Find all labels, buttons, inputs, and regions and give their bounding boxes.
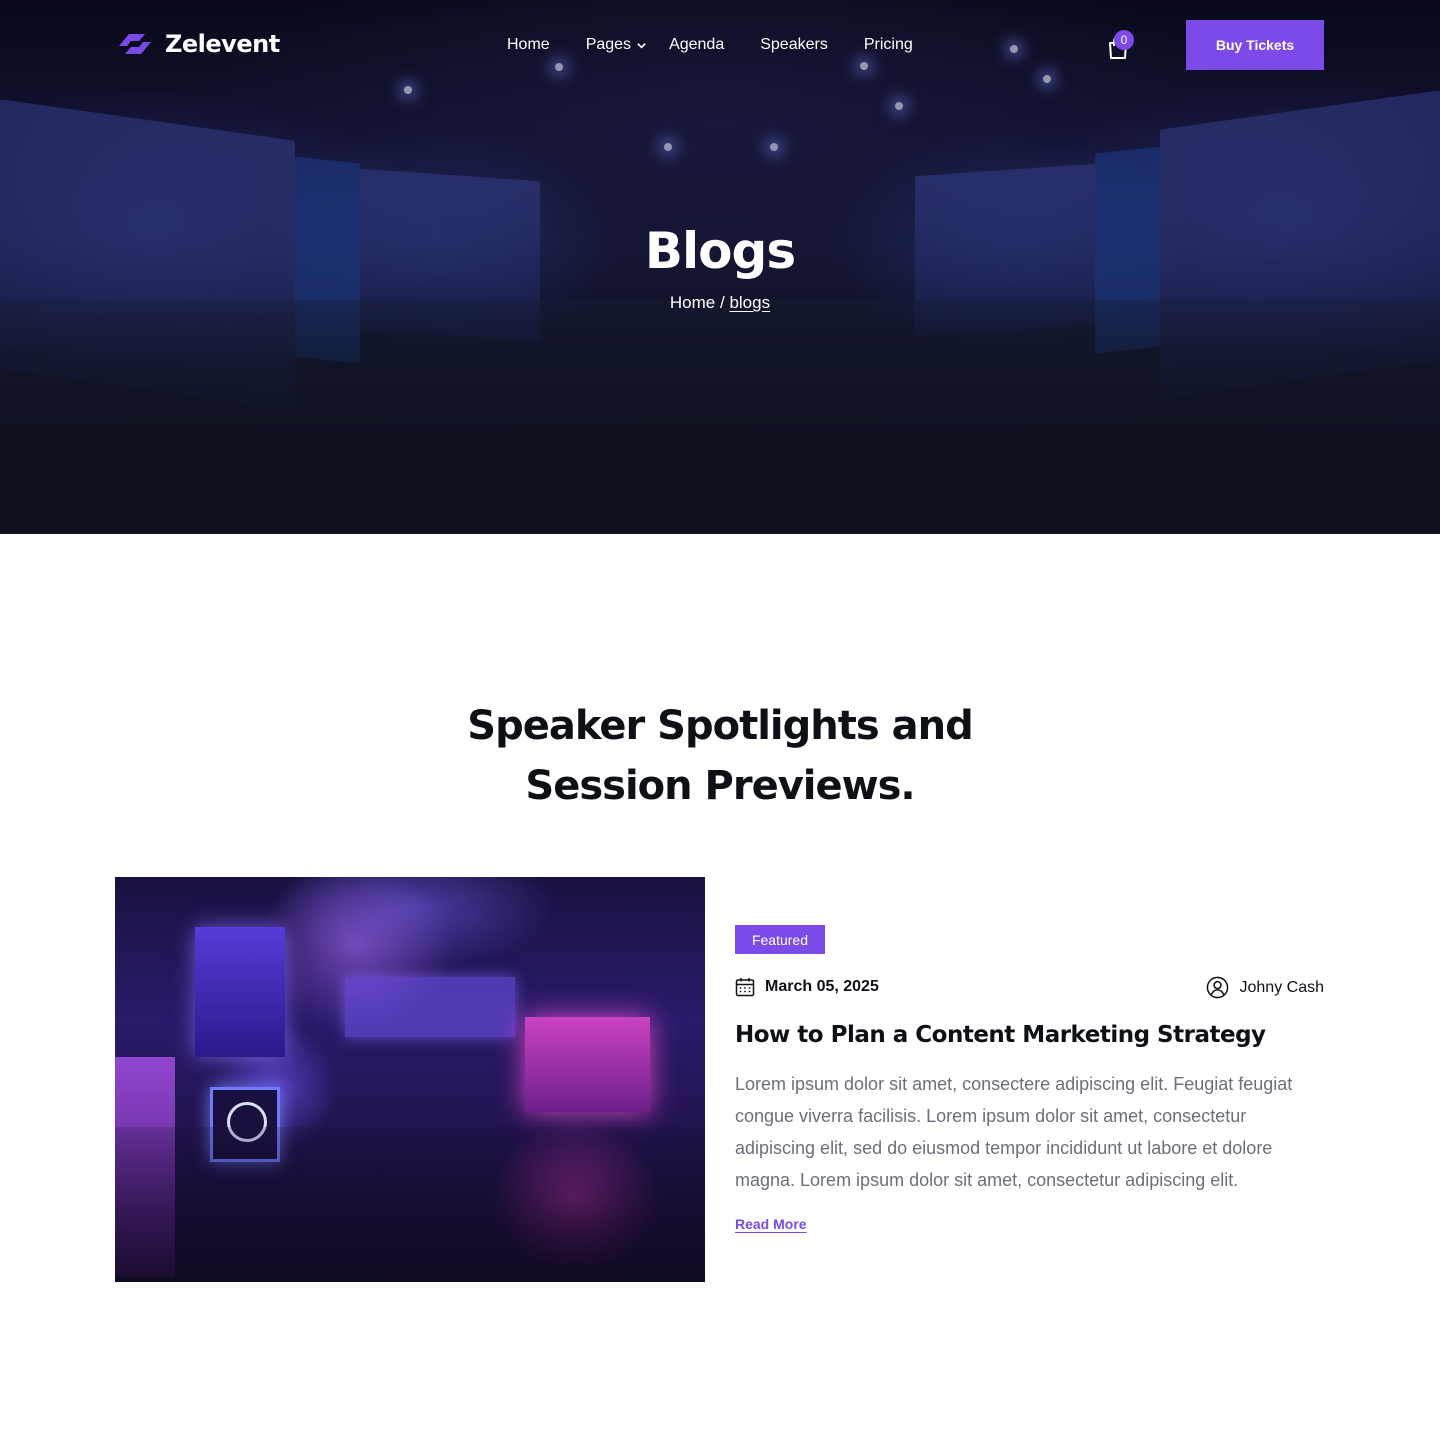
buy-tickets-button[interactable]: Buy Tickets: [1186, 20, 1324, 70]
user-icon: [1206, 976, 1228, 999]
section-title-line: Session Previews.: [525, 763, 915, 809]
post-excerpt: Lorem ipsum dolor sit amet, consectere a…: [735, 1074, 1293, 1190]
featured-badge: Featured: [735, 925, 825, 954]
nav-item-home[interactable]: Home: [507, 36, 550, 54]
post-date: March 05, 2025: [735, 977, 879, 997]
page-title: Blogs: [644, 222, 796, 280]
logo-icon: [119, 34, 151, 54]
breadcrumb-separator: /: [719, 293, 725, 312]
nav-item-speakers[interactable]: Speakers: [760, 36, 828, 54]
cart-count-badge: 0: [1114, 30, 1134, 50]
chevron-down-icon: [637, 42, 646, 49]
breadcrumb: Home / blogs: [0, 293, 1440, 313]
post-author[interactable]: Johny Cash: [1206, 976, 1325, 999]
post-date-text: March 05, 2025: [765, 978, 879, 995]
nav-item-label: Pricing: [863, 36, 913, 53]
brand-logo[interactable]: Zelevent: [115, 30, 280, 58]
main-nav: Home Pages Agenda Speakers Pricing: [507, 36, 913, 54]
section-title: Speaker Spotlights and Session Previews.: [0, 696, 1440, 816]
expo-booth: [525, 1017, 650, 1112]
expo-crowd: [115, 1127, 705, 1282]
nav-item-label: Pages: [585, 36, 632, 53]
nav-item-label: Agenda: [669, 36, 725, 53]
breadcrumb-home-link[interactable]: Home: [670, 293, 715, 312]
breadcrumb-current[interactable]: blogs: [729, 293, 770, 312]
nav-item-pricing[interactable]: Pricing: [864, 36, 913, 54]
calendar-icon: [735, 978, 755, 997]
nav-item-pages[interactable]: Pages: [586, 36, 647, 54]
post-author-name: Johny Cash: [1239, 978, 1325, 996]
read-more-link[interactable]: Read More: [735, 1216, 807, 1232]
nav-item-label: Speakers: [760, 36, 828, 53]
expo-booth: [195, 927, 285, 1057]
brand-name: Zelevent: [165, 30, 280, 58]
post-image[interactable]: [115, 877, 705, 1282]
site-header: Zelevent Home Pages Agenda Speakers Pric…: [0, 0, 1440, 90]
post-title[interactable]: How to Plan a Content Marketing Strategy: [735, 1022, 1335, 1048]
expo-booth: [345, 977, 515, 1037]
nav-item-agenda[interactable]: Agenda: [669, 36, 724, 54]
nav-item-label: Home: [507, 36, 550, 53]
section-title-line: Speaker Spotlights and: [467, 703, 973, 749]
